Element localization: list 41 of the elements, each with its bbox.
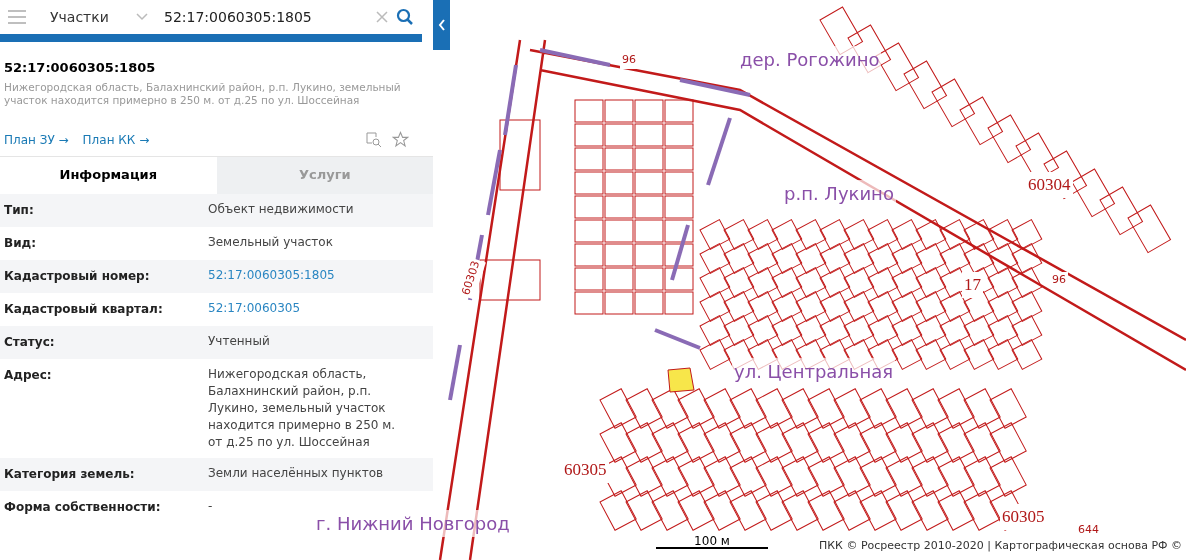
search-box[interactable]: Участки 52:17:0060305:1805 (0, 0, 422, 34)
search-icon[interactable] (396, 8, 414, 26)
menu-icon[interactable] (8, 10, 26, 24)
field-value[interactable]: 52:17:0060305 (208, 299, 413, 319)
field-value: Объект недвижимости (208, 200, 355, 218)
field-label: Категория земель: (3, 465, 136, 483)
field-label: Кадастровый номер: (3, 267, 151, 285)
object-title: 52:17:0060305:1805 (4, 59, 157, 77)
star-icon[interactable] (392, 131, 409, 148)
field-value: Земли населённых пунктов (208, 464, 385, 482)
plan-link[interactable]: План ЗУ → (4, 130, 69, 149)
map-label: ул. Центральная (732, 358, 896, 385)
field-label: Статус: (3, 333, 56, 351)
map-label: г. Нижний Новгород (314, 510, 512, 537)
scale-label: 100 м (694, 535, 730, 547)
field-value: - (208, 497, 214, 515)
field-label: Вид: (3, 234, 38, 252)
collapse-panel-button[interactable] (433, 0, 450, 50)
map-label: 17 (962, 272, 983, 298)
map-label: 96 (620, 52, 638, 69)
zoom-to-object-icon[interactable] (366, 131, 382, 148)
map-label: 60304 (1026, 172, 1073, 198)
field-value: Земельный участок (208, 233, 334, 251)
object-address: Нижегородская область, Балахнинский район, р.п. Лукино, земельный участок находится примерно в 250 м. от д.25 по ул. Шоссейная (4, 80, 402, 107)
search-field[interactable]: 52:17:0060305:1805 (164, 6, 368, 28)
field-label: Адрес: (3, 366, 53, 384)
plan-link[interactable]: План КК → (82, 130, 150, 149)
field-value[interactable]: 52:17:0060305:1805 (208, 266, 413, 286)
field-value: Учтенный (208, 332, 271, 350)
field-label: Тип: (3, 201, 35, 219)
close-icon[interactable] (376, 11, 388, 23)
field-label: Кадастровый квартал: (3, 300, 164, 318)
map-label: дер. Рогожино (738, 46, 882, 73)
field-label: Форма собственности: (3, 498, 162, 516)
map-label: р.п. Лукино (782, 180, 896, 207)
field-value: Нижегородская область, Балахнинский район, р.п. Лукино, земельный участок находится примерно в 250 м. от д.25 по ул. Шоссейная (208, 365, 397, 451)
chevron-down-icon (136, 13, 148, 21)
map-label: 60305 (1000, 504, 1047, 530)
category-dropdown[interactable]: Участки (50, 6, 148, 28)
chevron-left-icon (437, 19, 446, 31)
tab[interactable]: Услуги (216, 156, 433, 194)
